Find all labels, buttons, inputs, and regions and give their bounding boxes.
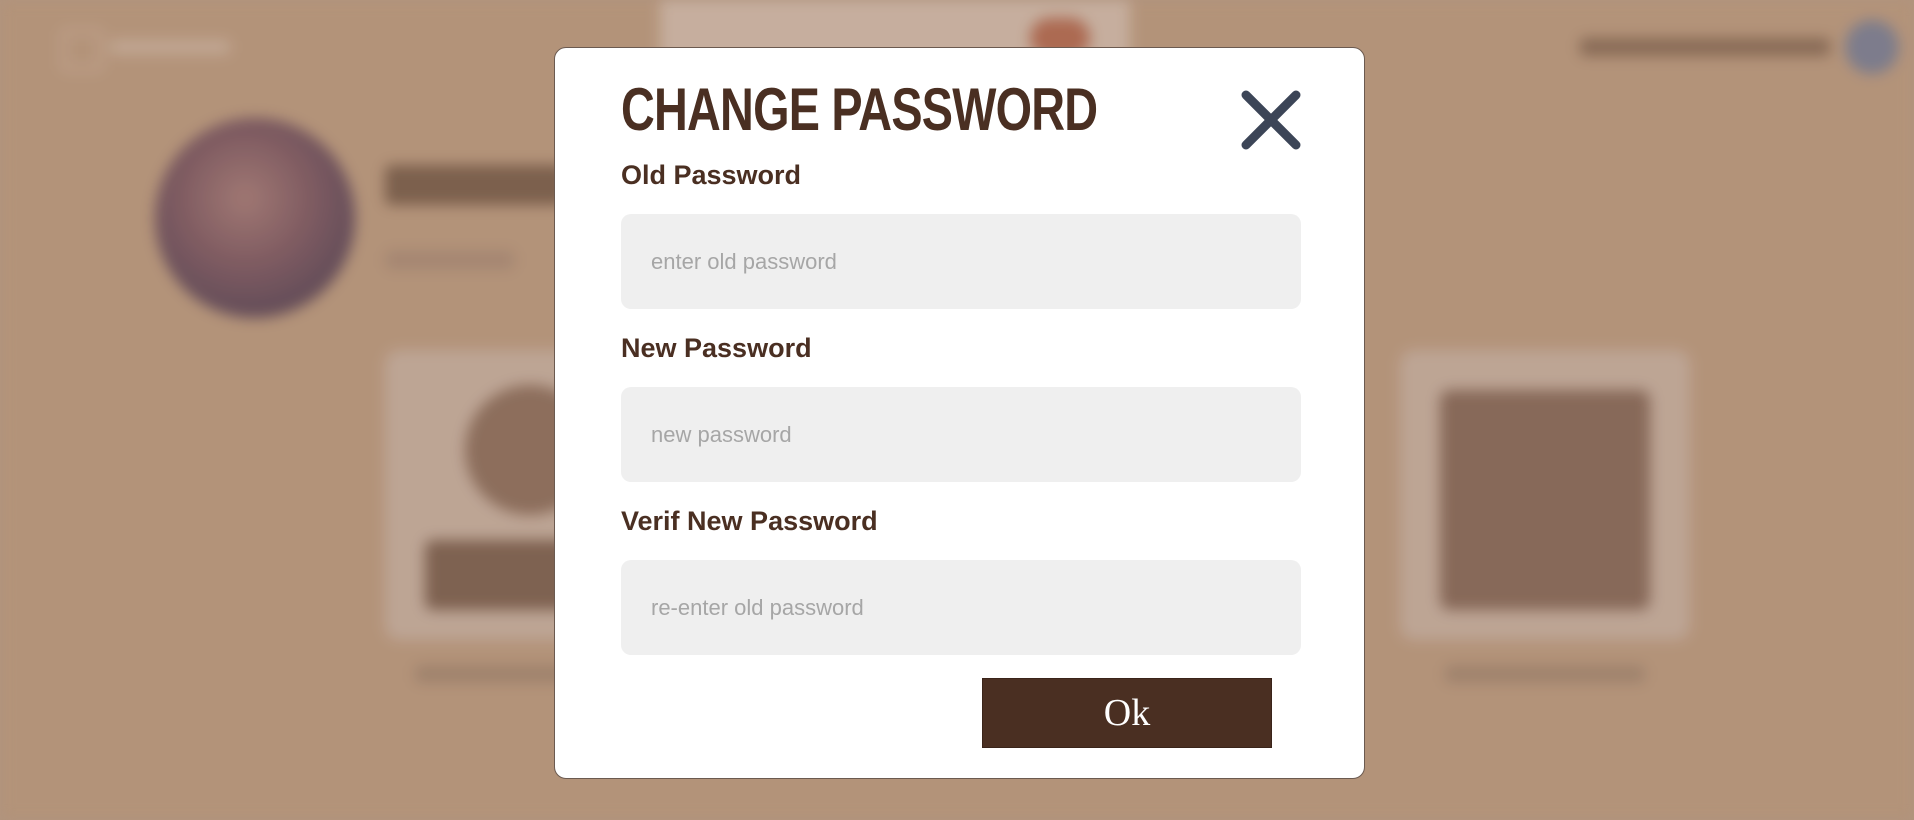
new-password-input[interactable]	[621, 387, 1301, 482]
ok-button[interactable]: Ok	[982, 678, 1272, 748]
verify-new-password-label: Verif New Password	[621, 506, 878, 536]
old-password-input[interactable]	[621, 214, 1301, 309]
close-button[interactable]	[1235, 84, 1307, 156]
close-icon	[1241, 90, 1301, 150]
new-password-label: New Password	[621, 333, 812, 363]
old-password-label: Old Password	[621, 160, 802, 190]
change-password-modal: CHANGE PASSWORD Old Password New Passwor…	[554, 47, 1365, 779]
modal-title: CHANGE PASSWORD	[621, 76, 1098, 143]
verify-new-password-input[interactable]	[621, 560, 1301, 655]
